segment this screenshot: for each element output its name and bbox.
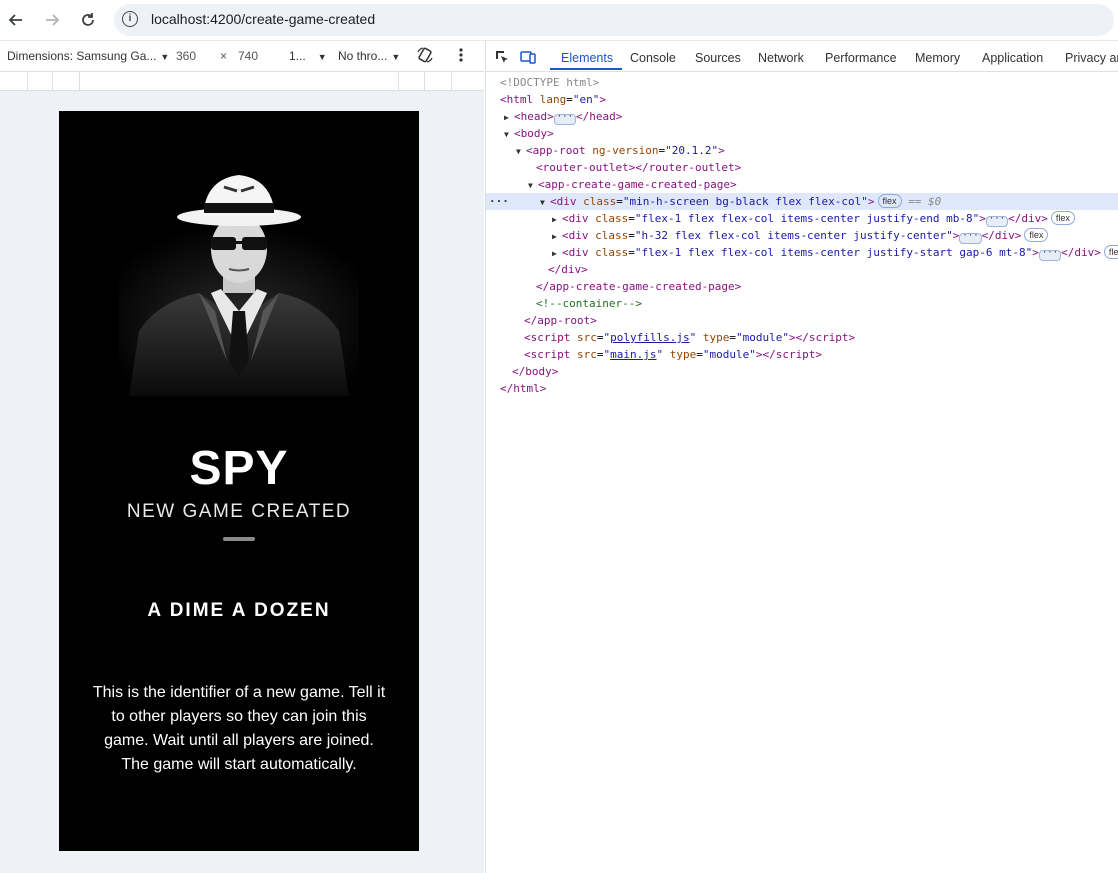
browser-toolbar: i localhost:4200/create-game-created — [0, 0, 1118, 41]
dom-node-script-polyfills[interactable]: <script src="polyfills.js" type="module"… — [486, 329, 1118, 346]
throttle-select[interactable]: No thro... ▼ — [338, 49, 400, 63]
dom-node-comment[interactable]: <!--container--> — [486, 295, 1118, 312]
ellipsis-icon[interactable]: ··· — [553, 113, 577, 125]
dom-node-div-top[interactable]: ▶ <div class="flex-1 flex flex-col items-… — [486, 210, 1118, 227]
chevron-down-icon: ▼ — [317, 52, 327, 62]
dimension-separator: × — [220, 49, 228, 63]
tab-elements[interactable]: Elements — [561, 51, 613, 65]
game-identifier: A DIME A DOZEN — [147, 600, 331, 621]
forward-arrow-icon[interactable] — [40, 8, 64, 32]
address-bar[interactable]: i localhost:4200/create-game-created — [114, 4, 1114, 36]
more-options-icon[interactable] — [458, 47, 464, 66]
device-emulation-pane: Dimensions: Samsung Ga... ▼ 360 × 740 1..… — [0, 41, 484, 873]
dom-node-doctype[interactable]: <!DOCTYPE html> — [486, 74, 1118, 91]
expand-triangle-icon[interactable]: ▶ — [552, 211, 562, 228]
tab-performance[interactable]: Performance — [825, 51, 897, 65]
tab-network[interactable]: Network — [758, 51, 804, 65]
ellipsis-icon[interactable]: ··· — [985, 215, 1009, 227]
flex-badge[interactable]: flex — [1024, 228, 1049, 242]
zoom-select[interactable]: 1... ▼ — [289, 49, 327, 63]
more-icon[interactable]: ··· — [489, 193, 509, 210]
flex-badge[interactable]: flex — [1050, 211, 1075, 225]
collapse-triangle-icon[interactable]: ▼ — [516, 143, 526, 160]
flex-badge[interactable]: flex — [877, 194, 902, 208]
app-title: SPY — [189, 442, 289, 495]
reload-icon[interactable] — [76, 8, 100, 32]
dom-node-page[interactable]: ▼ <app-create-game-created-page> — [486, 176, 1118, 193]
ellipsis-icon[interactable]: ··· — [1038, 249, 1062, 261]
width-input[interactable]: 360 — [176, 49, 196, 63]
collapse-triangle-icon[interactable]: ▼ — [540, 194, 550, 211]
app-viewport: SPY NEW GAME CREATED A DIME A DOZEN This… — [59, 111, 419, 851]
height-input[interactable]: 740 — [238, 49, 258, 63]
back-arrow-icon[interactable] — [4, 8, 28, 32]
media-query-ruler — [0, 72, 484, 91]
devtools-tabbar: Elements Console Sources Network Perform… — [486, 41, 1118, 72]
main-link[interactable]: main.js — [610, 348, 656, 361]
rotate-icon[interactable] — [416, 46, 434, 67]
dom-node-app-root-close[interactable]: </app-root> — [486, 312, 1118, 329]
dom-node-selected[interactable]: ··· ▼ <div class="min-h-screen bg-black fl… — [486, 193, 1118, 210]
spy-illustration — [119, 175, 359, 396]
dom-node-html[interactable]: <html lang="en"> — [486, 91, 1118, 108]
url-text: localhost:4200/create-game-created — [151, 11, 376, 27]
dom-node-body[interactable]: ▼ <body> — [486, 125, 1118, 142]
inspect-element-icon[interactable] — [494, 49, 510, 65]
tab-console[interactable]: Console — [630, 51, 676, 65]
info-text: This is the identifier of a new game. Te… — [92, 684, 386, 773]
tab-application[interactable]: Application — [982, 51, 1043, 65]
ellipsis-icon[interactable]: ··· — [959, 232, 982, 244]
polyfills-link[interactable]: polyfills.js — [610, 331, 689, 344]
device-toolbar-icon[interactable] — [520, 49, 536, 65]
chevron-down-icon: ▼ — [160, 52, 170, 62]
flex-badge[interactable]: fle — [1103, 245, 1118, 259]
active-tab-indicator — [550, 68, 622, 70]
dom-node-div-middle[interactable]: ▶ <div class="h-32 flex flex-col items-ce… — [486, 227, 1118, 244]
tab-privacy[interactable]: Privacy an — [1065, 51, 1118, 65]
page-subtitle: NEW GAME CREATED — [126, 501, 352, 522]
dom-node-html-close[interactable]: </html> — [486, 380, 1118, 397]
dom-node-div-bottom[interactable]: ▶ <div class="flex-1 flex flex-col items-… — [486, 244, 1118, 261]
dom-node-app-root[interactable]: ▼ <app-root ng-version="20.1.2"> — [486, 142, 1118, 159]
divider — [223, 537, 255, 541]
devtools-panel: Elements Console Sources Network Perform… — [485, 41, 1118, 873]
tab-memory[interactable]: Memory — [915, 51, 960, 65]
chevron-down-icon: ▼ — [391, 52, 401, 62]
dom-node-script-main[interactable]: <script src="main.js" type="module"></sc… — [486, 346, 1118, 363]
expand-triangle-icon[interactable]: ▶ — [552, 245, 562, 262]
dom-node-router-outlet[interactable]: <router-outlet></router-outlet> — [486, 159, 1118, 176]
dom-node-page-close[interactable]: </app-create-game-created-page> — [486, 278, 1118, 295]
dom-node-div-close[interactable]: </div> — [486, 261, 1118, 278]
device-select[interactable]: Dimensions: Samsung Ga... ▼ — [7, 49, 169, 63]
dom-node-head[interactable]: ▶ <head> ··· </head> — [486, 108, 1118, 125]
dom-node-body-close[interactable]: </body> — [486, 363, 1118, 380]
expand-triangle-icon[interactable]: ▶ — [504, 109, 514, 126]
collapse-triangle-icon[interactable]: ▼ — [504, 126, 514, 143]
emulation-toolbar: Dimensions: Samsung Ga... ▼ 360 × 740 1..… — [0, 41, 484, 72]
expand-triangle-icon[interactable]: ▶ — [552, 228, 562, 245]
tab-sources[interactable]: Sources — [695, 51, 741, 65]
site-info-icon[interactable]: i — [122, 11, 138, 27]
collapse-triangle-icon[interactable]: ▼ — [528, 177, 538, 194]
